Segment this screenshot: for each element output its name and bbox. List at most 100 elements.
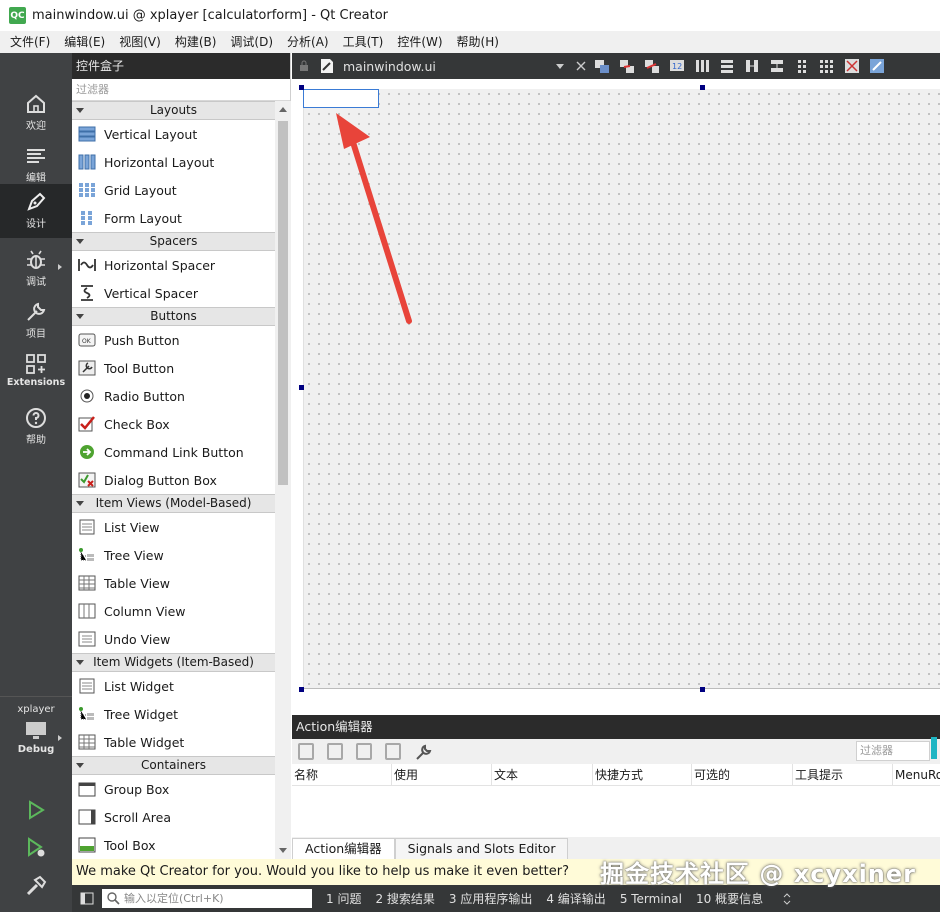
widget-item[interactable]: Tool Button: [72, 354, 275, 382]
column-header[interactable]: 文本: [492, 764, 593, 786]
layout-form-icon[interactable]: [794, 58, 810, 74]
menu-analyze[interactable]: 分析(A): [280, 31, 336, 53]
column-header[interactable]: 工具提示: [793, 764, 893, 786]
toggle-sidebar-icon[interactable]: [80, 892, 94, 905]
mode-edit[interactable]: 编辑: [0, 138, 72, 190]
output-tab-search-results[interactable]: 2 搜索结果: [375, 890, 434, 907]
category-layouts[interactable]: Layouts: [72, 101, 275, 120]
form-editor-canvas[interactable]: [292, 79, 940, 715]
menu-help[interactable]: 帮助(H): [450, 31, 506, 53]
mode-help[interactable]: 帮助: [0, 400, 72, 452]
mode-projects[interactable]: 项目: [0, 294, 72, 346]
menu-bar-entry-editor[interactable]: [303, 89, 379, 108]
category-buttons[interactable]: Buttons: [72, 307, 275, 326]
widget-item[interactable]: Tool Box: [72, 831, 275, 859]
widget-item[interactable]: List View: [72, 513, 275, 541]
scroll-down-icon[interactable]: [279, 848, 287, 853]
category-spacers[interactable]: Spacers: [72, 232, 275, 251]
menu-tools[interactable]: 工具(T): [336, 31, 391, 53]
widget-item[interactable]: Scroll Area: [72, 803, 275, 831]
edit-widgets-icon[interactable]: [594, 58, 610, 74]
layout-horizontal-splitter-icon[interactable]: [744, 58, 760, 74]
resize-handle[interactable]: [299, 385, 304, 390]
edit-buddies-icon[interactable]: [644, 58, 660, 74]
output-tab-issues[interactable]: 1 问题: [326, 890, 361, 907]
widget-item[interactable]: List Widget: [72, 672, 275, 700]
column-header[interactable]: 可选的: [692, 764, 793, 786]
copy-action-icon[interactable]: [327, 743, 343, 760]
layout-horizontal-icon[interactable]: [694, 58, 710, 74]
widget-item[interactable]: Dialog Button Box: [72, 466, 275, 494]
file-dropdown-icon[interactable]: [555, 63, 564, 69]
configure-wrench-icon[interactable]: [414, 743, 432, 761]
widget-item[interactable]: Table View: [72, 569, 275, 597]
layout-vertical-icon[interactable]: [719, 58, 735, 74]
resize-handle[interactable]: [299, 85, 304, 90]
resize-handle[interactable]: [700, 85, 705, 90]
widget-item[interactable]: Group Box: [72, 775, 275, 803]
column-header[interactable]: 快捷方式: [593, 764, 692, 786]
mode-debug[interactable]: 调试: [0, 242, 72, 294]
widget-item[interactable]: Undo View: [72, 625, 275, 653]
widget-item[interactable]: Vertical Spacer: [72, 279, 275, 307]
file-tab-label[interactable]: mainwindow.ui: [343, 59, 436, 74]
widget-item[interactable]: OK Push Button: [72, 326, 275, 354]
edit-signals-slots-icon[interactable]: [619, 58, 635, 74]
category-containers[interactable]: Containers: [72, 756, 275, 775]
tab-signals-slots-editor[interactable]: Signals and Slots Editor: [394, 838, 569, 859]
widget-item[interactable]: Radio Button: [72, 382, 275, 410]
tab-action-editor[interactable]: Action编辑器: [292, 838, 395, 859]
column-header[interactable]: 使用: [392, 764, 492, 786]
mode-design[interactable]: 设计: [0, 184, 72, 238]
widget-item[interactable]: Vertical Layout: [72, 120, 275, 148]
build-button[interactable]: [0, 870, 72, 902]
widget-item[interactable]: Horizontal Layout: [72, 148, 275, 176]
menu-file[interactable]: 文件(F): [3, 31, 57, 53]
widget-box-filter-input[interactable]: 过滤器: [72, 79, 290, 101]
column-header[interactable]: MenuRole: [893, 764, 940, 786]
category-item-widgets[interactable]: Item Widgets (Item-Based): [72, 653, 275, 672]
widget-item[interactable]: Command Link Button: [72, 438, 275, 466]
action-filter-input[interactable]: 过滤器: [856, 741, 930, 761]
menu-edit[interactable]: 编辑(E): [57, 31, 112, 53]
resize-handle[interactable]: [299, 687, 304, 692]
column-header[interactable]: 名称: [292, 764, 392, 786]
widget-item[interactable]: Column View: [72, 597, 275, 625]
paste-action-icon[interactable]: [356, 743, 372, 760]
resize-handle[interactable]: [700, 687, 705, 692]
scroll-up-icon[interactable]: [279, 107, 287, 112]
category-item-views[interactable]: Item Views (Model-Based): [72, 494, 275, 513]
widget-item[interactable]: Tree View: [72, 541, 275, 569]
widget-item[interactable]: Form Layout: [72, 204, 275, 232]
run-button[interactable]: [0, 795, 72, 825]
layout-vertical-splitter-icon[interactable]: [769, 58, 785, 74]
close-icon[interactable]: [576, 61, 586, 71]
mode-welcome[interactable]: 欢迎: [0, 86, 72, 138]
output-tab-application-output[interactable]: 3 应用程序输出: [449, 890, 532, 907]
more-tabs-icon[interactable]: [783, 892, 791, 905]
output-tab-general-messages[interactable]: 10 概要信息: [696, 890, 763, 907]
new-action-icon[interactable]: [298, 743, 314, 760]
menu-build[interactable]: 构建(B): [168, 31, 224, 53]
menu-debug[interactable]: 调试(D): [223, 31, 280, 53]
adjust-size-icon[interactable]: [869, 58, 885, 74]
menu-widgets[interactable]: 控件(W): [390, 31, 449, 53]
output-tab-terminal[interactable]: 5 Terminal: [620, 892, 682, 906]
scrollbar-thumb[interactable]: [278, 121, 288, 485]
output-tab-compile-output[interactable]: 4 编译输出: [546, 890, 605, 907]
menu-view[interactable]: 视图(V): [112, 31, 168, 53]
widget-item[interactable]: Check Box: [72, 410, 275, 438]
layout-grid-icon[interactable]: [819, 58, 835, 74]
break-layout-icon[interactable]: [844, 58, 860, 74]
kit-selector[interactable]: xplayer Debug: [0, 701, 72, 771]
widget-item[interactable]: Grid Layout: [72, 176, 275, 204]
widget-item[interactable]: Horizontal Spacer: [72, 251, 275, 279]
edit-tab-order-icon[interactable]: 12: [669, 58, 685, 74]
locator-input[interactable]: 输入以定位(Ctrl+K): [102, 889, 312, 908]
widget-item[interactable]: Tree Widget: [72, 700, 275, 728]
widget-box-scrollbar[interactable]: [275, 101, 291, 859]
widget-item[interactable]: Table Widget: [72, 728, 275, 756]
mode-extensions[interactable]: Extensions: [0, 346, 72, 398]
debug-run-button[interactable]: [0, 832, 72, 862]
delete-action-icon[interactable]: [385, 743, 401, 760]
